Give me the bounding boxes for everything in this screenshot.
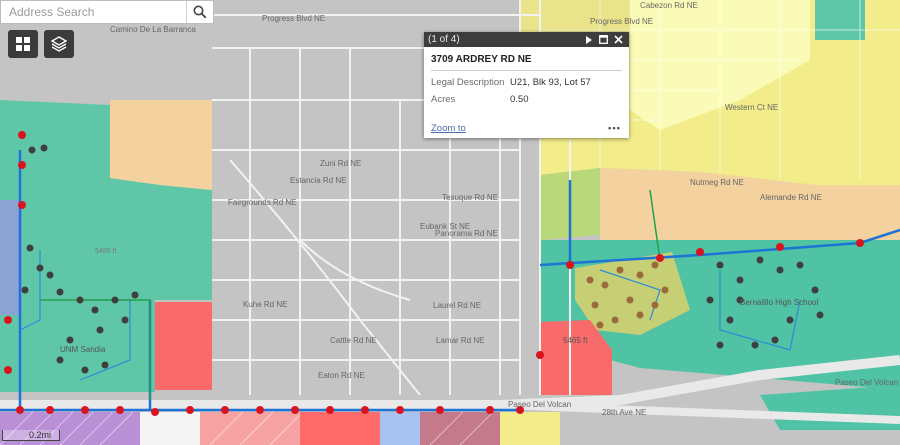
street-label: Tesuque Rd NE <box>442 193 498 202</box>
street-label: 28th Ave NE <box>602 408 646 417</box>
maximize-button[interactable] <box>597 33 610 46</box>
close-icon <box>614 35 623 44</box>
maximize-icon <box>599 35 608 44</box>
public-parcel <box>155 302 212 390</box>
street-label: Estancia Rd NE <box>290 176 346 185</box>
popup-header: (1 of 4) <box>424 32 629 47</box>
street-label: Western Ct NE <box>725 103 778 112</box>
attribute-value: U21, Blk 93, Lot 57 <box>510 77 591 88</box>
attribute-value: 0.50 <box>510 94 529 105</box>
next-feature-button[interactable] <box>582 33 595 46</box>
attribute-row: Legal Description U21, Blk 93, Lot 57 <box>431 77 622 88</box>
attribute-row: Acres 0.50 <box>431 94 622 105</box>
street-label: Paseo Del Volcan <box>835 378 898 387</box>
search-icon <box>193 5 207 19</box>
address-search-input[interactable] <box>1 1 186 23</box>
street-label: Cattle Rd NE <box>330 336 377 345</box>
address-search <box>0 0 214 24</box>
open-space-parcel <box>815 0 865 40</box>
popup-title: 3709 ARDREY RD NE <box>431 54 622 71</box>
attribute-label: Legal Description <box>431 77 505 88</box>
search-button[interactable] <box>186 1 213 23</box>
layer-list-button[interactable] <box>44 30 74 58</box>
close-button[interactable] <box>612 33 625 46</box>
zoom-to-link[interactable]: Zoom to <box>431 123 466 134</box>
place-label: UNM Sandia <box>60 345 106 354</box>
street-label: Fairgrounds Rd NE <box>228 198 296 207</box>
more-actions-button[interactable]: ••• <box>608 123 621 134</box>
commercial-parcel <box>110 100 212 190</box>
street-label: Alemande Rd NE <box>760 193 822 202</box>
institutional-parcel <box>0 200 22 315</box>
street-label: Cabezon Rd NE <box>640 1 698 10</box>
scale-bar: 0.2mi <box>2 430 61 441</box>
street-label: Eaton Rd NE <box>318 371 365 380</box>
street-label: Progress Blvd NE <box>262 14 325 23</box>
grid-icon <box>16 37 30 51</box>
street-label: Paseo Del Volcan <box>508 400 571 409</box>
play-icon <box>585 35 592 44</box>
street-label: Kuhe Rd NE <box>243 300 287 309</box>
elevation-label: 5485 ft <box>95 248 116 255</box>
feature-popup: (1 of 4) 3709 ARDREY RD NE Legal Descrip… <box>424 32 629 138</box>
attribute-label: Acres <box>431 94 456 105</box>
street-label: Lamar Rd NE <box>436 336 484 345</box>
street-label: Nutmeg Rd NE <box>690 178 744 187</box>
street-label: Camino De La Barranca <box>110 25 196 34</box>
basemap-gallery-button[interactable] <box>8 30 38 58</box>
elevation-label: 5465 ft <box>563 336 588 345</box>
popup-counter: (1 of 4) <box>428 34 460 45</box>
street-label: Zuni Rd NE <box>320 159 361 168</box>
place-label: Bernalillo High School <box>740 298 818 307</box>
layers-icon <box>51 36 67 52</box>
street-label: Progress Blvd NE <box>590 17 653 26</box>
street-label: Laurel Rd NE <box>433 301 481 310</box>
street-label: Panorama Rd NE <box>435 229 498 238</box>
